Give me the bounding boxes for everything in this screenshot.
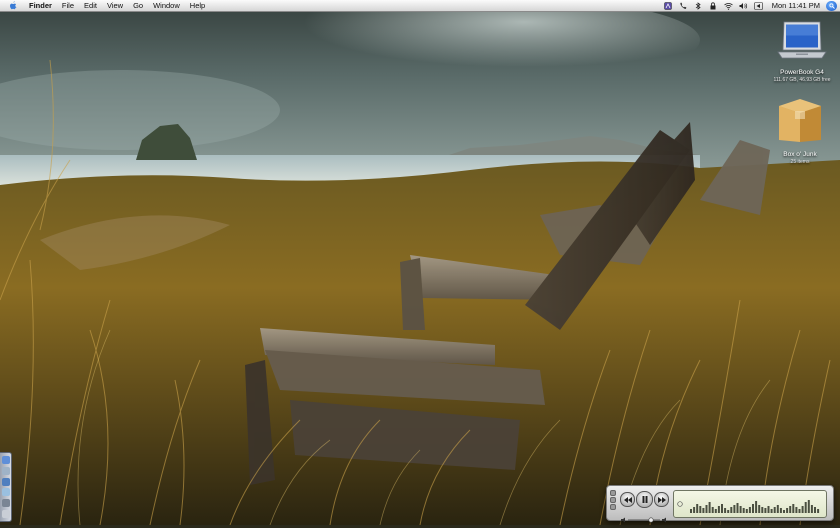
volume-low-icon — [621, 517, 625, 523]
spectrum-bar — [721, 504, 723, 513]
spectrum-bar — [745, 509, 748, 513]
spectrum-bar — [807, 500, 810, 513]
menu-file[interactable]: File — [57, 0, 79, 11]
spectrum-bar — [792, 504, 795, 513]
spectrum-bar — [779, 508, 782, 513]
close-button[interactable] — [610, 490, 616, 496]
dock-item-mail[interactable] — [1, 466, 10, 475]
spectrum-bar — [711, 507, 714, 513]
laptop-icon — [770, 20, 834, 67]
minimize-button[interactable] — [610, 497, 616, 503]
spectrum-bar — [776, 505, 779, 513]
menu-extras: Mon 11:41 PM — [661, 0, 840, 11]
spectrum-bar — [767, 506, 770, 513]
spectrum-bar — [690, 509, 692, 513]
menu-view[interactable]: View — [102, 0, 128, 11]
spectrum-bar — [724, 508, 727, 513]
menu-go[interactable]: Go — [128, 0, 148, 11]
spectrum-bar — [727, 510, 730, 513]
desktop-icon-info: 25 items — [790, 159, 810, 165]
dock — [0, 452, 12, 522]
desktop-icon-label: Box o' Junk — [783, 151, 817, 158]
spectrum-bar — [758, 505, 761, 513]
menu-help[interactable]: Help — [185, 0, 210, 11]
spectrum-bar — [733, 505, 736, 513]
pause-button[interactable] — [636, 491, 653, 508]
spectrum-bar — [814, 507, 816, 513]
spectrum-bar — [730, 507, 733, 513]
desktop-wallpaper — [0, 0, 840, 525]
itunes-mini-player — [606, 485, 834, 523]
cardboard-box-icon — [768, 96, 832, 149]
spectrum-bar — [714, 509, 717, 513]
spectrum-bar — [789, 506, 792, 513]
spectrum-bar — [817, 509, 820, 513]
spectrum-bar — [699, 506, 702, 513]
previous-track-button[interactable] — [620, 492, 635, 507]
spectrum-bar — [736, 503, 739, 513]
eject-icon[interactable] — [753, 1, 763, 10]
zoom-button[interactable] — [610, 504, 616, 510]
spectrum-analyzer — [677, 500, 820, 513]
spectrum-bar — [702, 508, 705, 513]
spectrum-bar — [696, 504, 699, 513]
spectrum-bar — [742, 508, 745, 513]
spectrum-bar — [783, 510, 785, 513]
volume-icon[interactable] — [739, 1, 748, 10]
spectrum-display[interactable] — [673, 490, 827, 518]
spectrum-bar — [801, 506, 804, 513]
spectrum-bar — [705, 505, 708, 513]
menu-extra-app-icon[interactable] — [664, 1, 673, 10]
lock-icon[interactable] — [709, 1, 718, 10]
spectrum-bar — [708, 502, 711, 513]
spectrum-bar — [764, 508, 767, 513]
spectrum-bar — [748, 507, 751, 513]
spectrum-bar — [810, 505, 813, 513]
fast-forward-icon — [657, 496, 666, 503]
spectrum-bar — [804, 502, 807, 513]
spectrum-bar — [795, 507, 798, 513]
dock-item-itunes[interactable] — [1, 488, 10, 497]
menu-edit[interactable]: Edit — [79, 0, 102, 11]
pause-icon — [642, 496, 647, 503]
spectrum-bar — [755, 501, 758, 513]
spectrum-bar — [773, 507, 776, 513]
dock-item-app[interactable] — [1, 498, 10, 507]
menu-window[interactable]: Window — [148, 0, 185, 11]
desktop-icon-info: 111.67 GB, 46.93 GB free — [773, 77, 831, 83]
bluetooth-icon[interactable] — [694, 1, 703, 10]
spectrum-bar — [752, 504, 754, 513]
menu-bar: Finder File Edit View Go Window Help Mon… — [0, 0, 840, 12]
desktop-icon-label: PowerBook G4 — [780, 69, 824, 76]
apple-menu-icon[interactable] — [8, 1, 18, 11]
dock-item-browser[interactable] — [1, 477, 10, 486]
dock-item-trash[interactable] — [1, 509, 10, 518]
desktop-icon-box-o-junk[interactable]: Box o' Junk 25 items — [768, 96, 832, 165]
menu-clock[interactable]: Mon 11:41 PM — [766, 0, 826, 11]
volume-slider[interactable] — [621, 510, 667, 523]
spectrum-bar — [798, 509, 801, 513]
spectrum-bar — [739, 506, 742, 513]
display-toggle-icon — [677, 501, 683, 507]
spectrum-bar — [786, 508, 789, 513]
menu-app-finder[interactable]: Finder — [24, 0, 57, 11]
rewind-icon — [623, 496, 632, 503]
phone-icon[interactable] — [679, 1, 688, 10]
spectrum-bar — [770, 509, 773, 513]
desktop-icon-powerbook[interactable]: PowerBook G4 111.67 GB, 46.93 GB free — [770, 20, 834, 83]
spotlight-icon[interactable] — [826, 0, 837, 11]
volume-high-icon — [662, 517, 666, 523]
dock-item-finder[interactable] — [1, 456, 10, 465]
spectrum-bar — [717, 506, 720, 513]
next-track-button[interactable] — [654, 492, 669, 507]
spectrum-bar — [693, 507, 696, 513]
spectrum-bar — [761, 507, 764, 513]
wifi-icon[interactable] — [723, 1, 733, 10]
